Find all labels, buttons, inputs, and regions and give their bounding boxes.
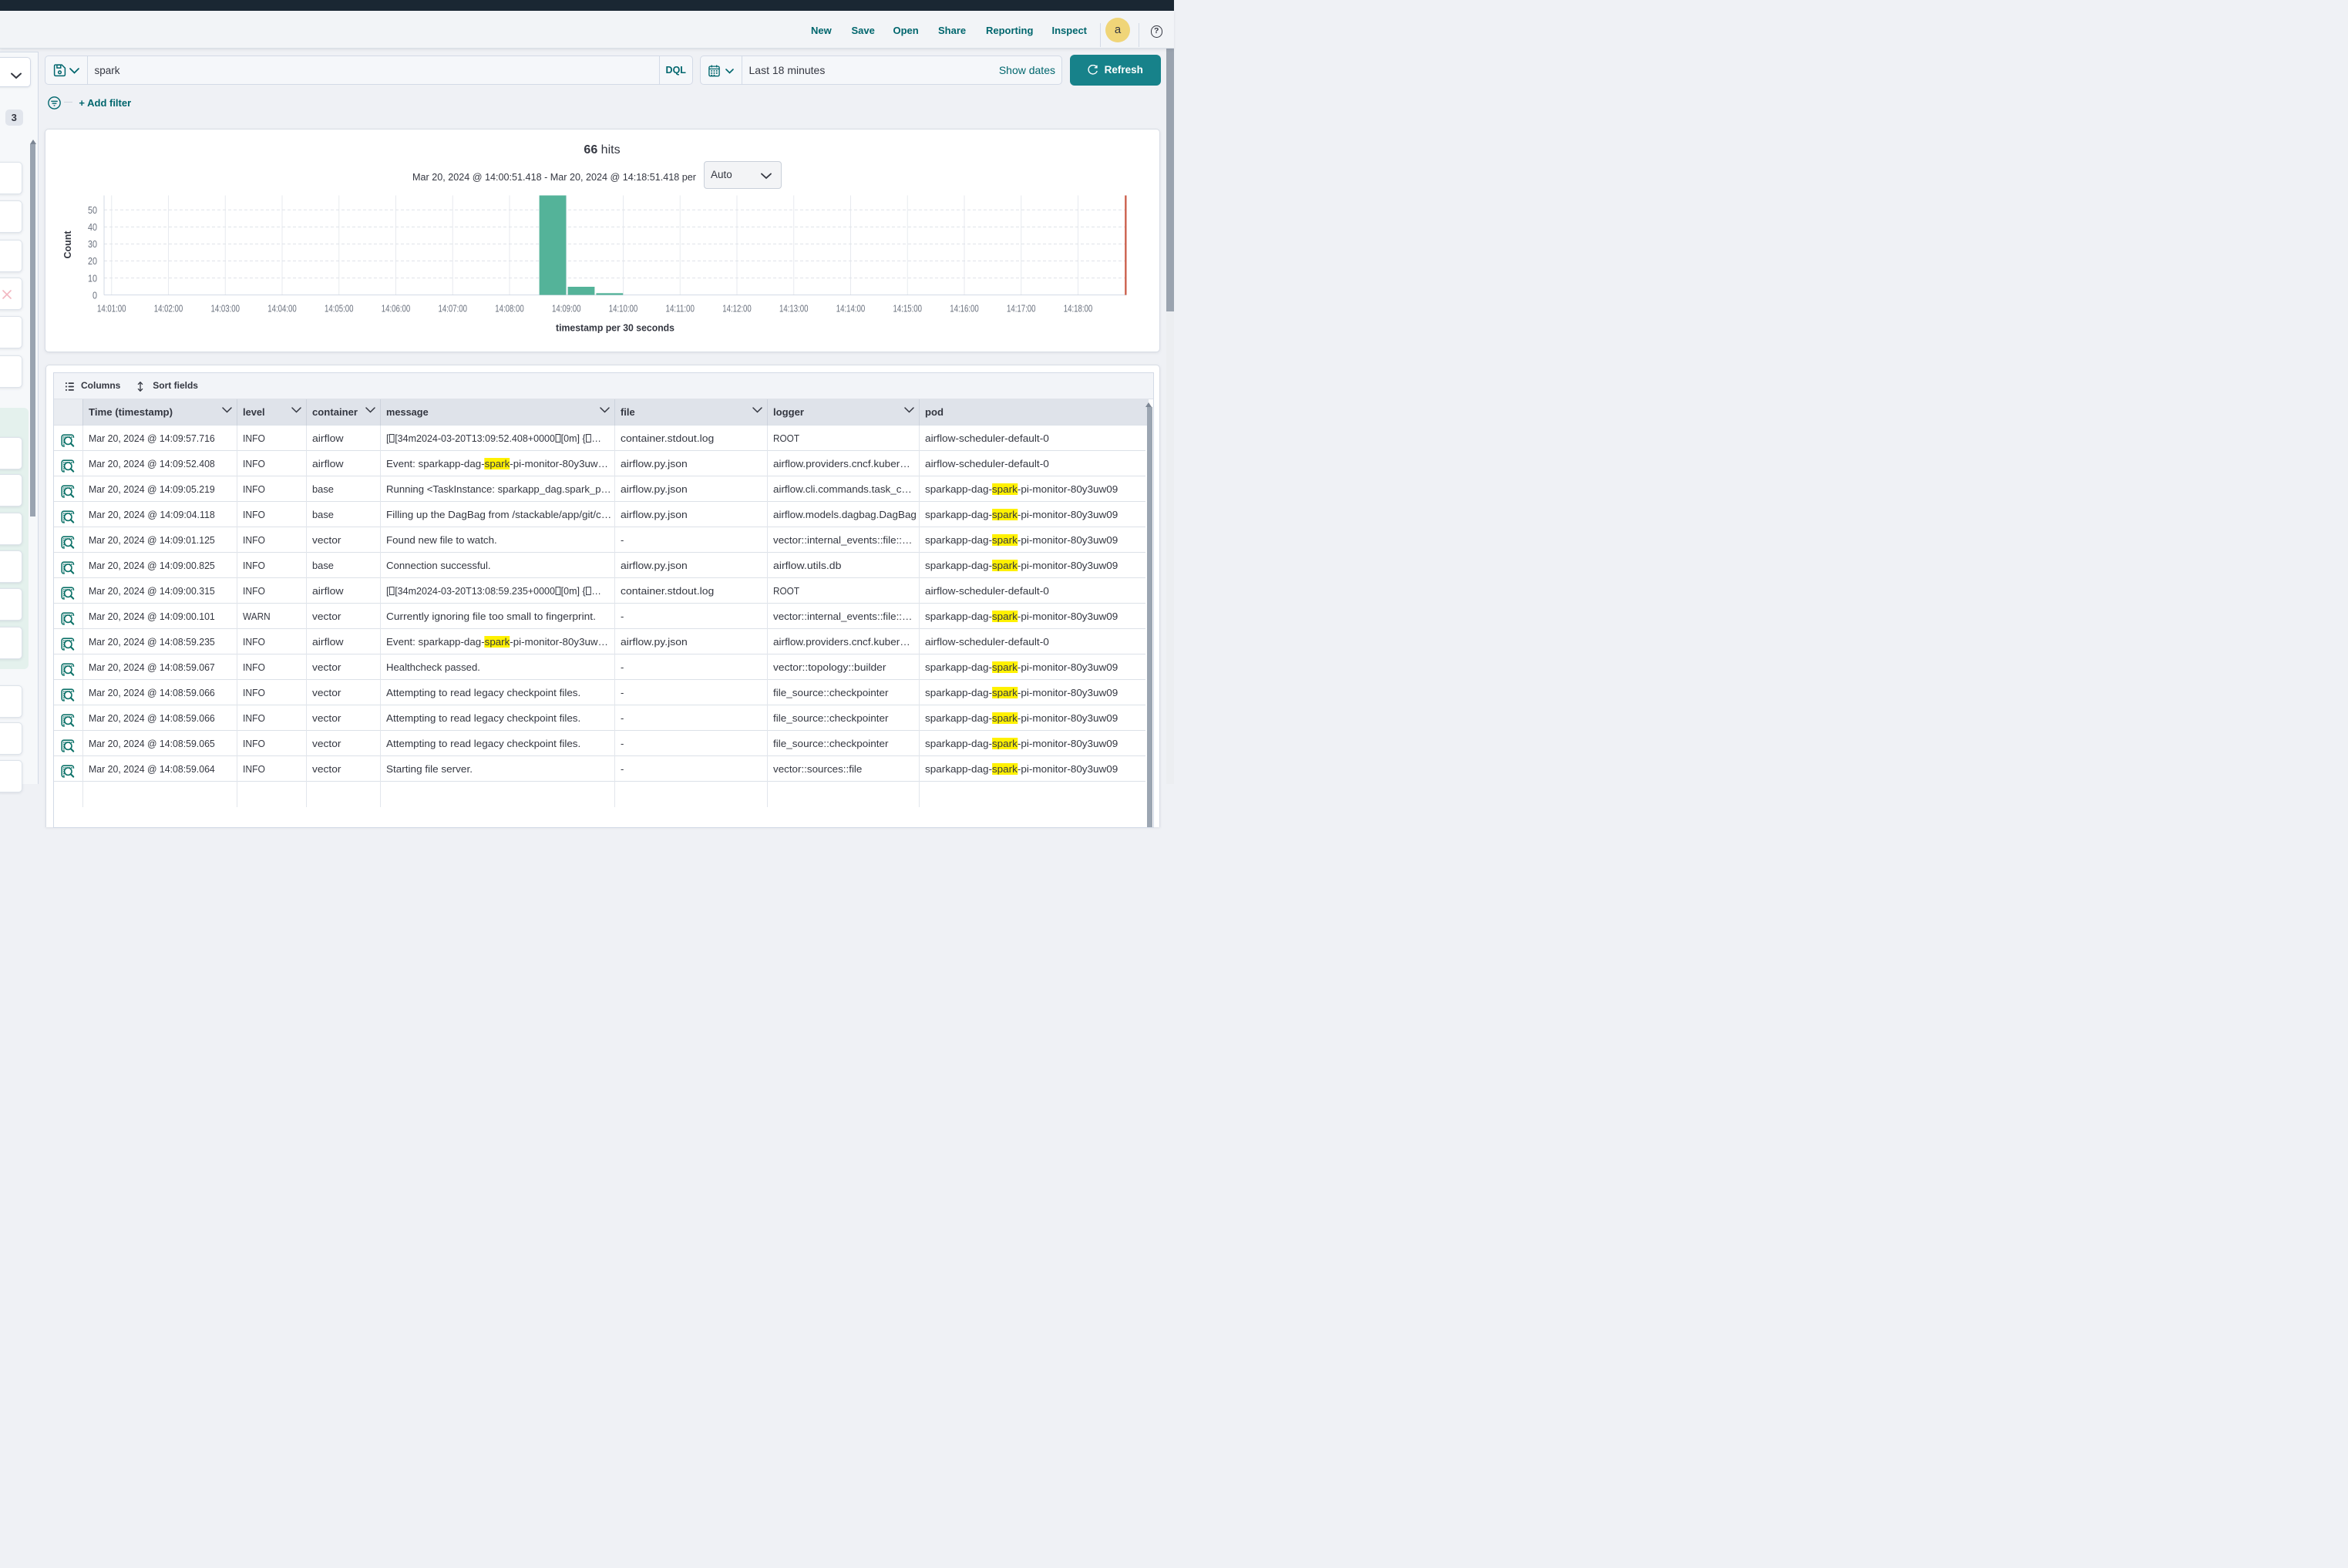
svg-text:14:17:00: 14:17:00 [1007, 303, 1036, 314]
svg-text:20: 20 [88, 256, 97, 267]
svg-text:50: 50 [88, 205, 97, 216]
svg-text:14:04:00: 14:04:00 [267, 303, 297, 314]
svg-text:timestamp per 30 seconds: timestamp per 30 seconds [556, 321, 674, 333]
svg-text:30: 30 [88, 239, 97, 250]
svg-text:14:01:00: 14:01:00 [97, 303, 126, 314]
svg-text:Count: Count [62, 230, 73, 259]
svg-text:14:10:00: 14:10:00 [609, 303, 638, 314]
svg-text:14:08:00: 14:08:00 [495, 303, 524, 314]
svg-text:14:09:00: 14:09:00 [552, 303, 581, 314]
svg-text:14:12:00: 14:12:00 [722, 303, 752, 314]
svg-text:40: 40 [88, 222, 97, 233]
svg-text:14:05:00: 14:05:00 [325, 303, 354, 314]
svg-text:14:13:00: 14:13:00 [779, 303, 809, 314]
svg-text:14:07:00: 14:07:00 [439, 303, 468, 314]
svg-text:14:11:00: 14:11:00 [665, 303, 695, 314]
svg-text:14:18:00: 14:18:00 [1064, 303, 1093, 314]
svg-text:0: 0 [93, 290, 97, 301]
svg-text:14:02:00: 14:02:00 [154, 303, 183, 314]
svg-text:14:14:00: 14:14:00 [836, 303, 866, 314]
svg-text:10: 10 [88, 273, 97, 284]
svg-text:14:16:00: 14:16:00 [950, 303, 979, 314]
svg-text:14:15:00: 14:15:00 [893, 303, 922, 314]
svg-text:14:06:00: 14:06:00 [382, 303, 411, 314]
svg-text:14:03:00: 14:03:00 [211, 303, 241, 314]
